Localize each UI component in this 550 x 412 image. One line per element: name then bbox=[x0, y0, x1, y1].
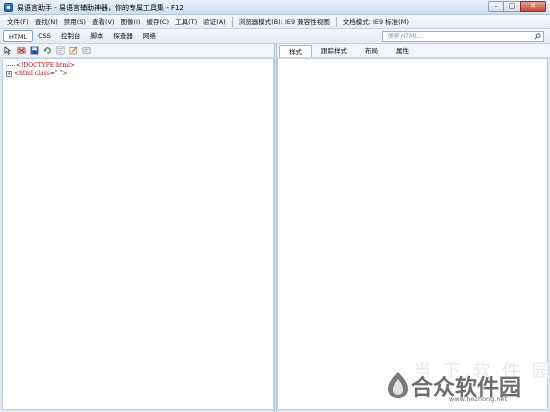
style-panel[interactable]: 当 下 软 件 园 合众软件园 www.hezhong.net bbox=[277, 58, 550, 410]
attributes-icon[interactable] bbox=[82, 46, 91, 55]
menu-separator bbox=[335, 16, 337, 27]
watermark-url: www.hezhong.net bbox=[449, 395, 508, 403]
html-attr-name: class bbox=[34, 70, 50, 77]
menu-file[interactable]: 文件(F) bbox=[4, 15, 32, 29]
tab-trace-styles[interactable]: 跟踪样式 bbox=[312, 45, 356, 57]
dom-tree: <!DOCTYPE html> + <html class=" "> bbox=[6, 62, 75, 78]
title-bar: 易语言助手 - 易语言辅助神器，你的专属工具集 - F12 – □ ✕ bbox=[0, 0, 550, 15]
doctype-text: <!DOCTYPE html> bbox=[16, 62, 75, 69]
window-controls: – □ ✕ bbox=[488, 1, 546, 12]
menu-separator bbox=[231, 16, 233, 27]
menu-tools[interactable]: 工具(T) bbox=[172, 15, 200, 29]
menu-view[interactable]: 查看(V) bbox=[89, 15, 118, 29]
watermark-logo-icon bbox=[388, 372, 408, 398]
tab-network[interactable]: 网络 bbox=[138, 30, 161, 42]
menu-disable[interactable]: 禁用(S) bbox=[61, 15, 89, 29]
refresh-icon[interactable] bbox=[43, 46, 52, 55]
tab-profiler[interactable]: 探查器 bbox=[108, 30, 138, 42]
tree-connector bbox=[6, 65, 15, 66]
watermark: 当 下 软 件 园 合众软件园 www.hezhong.net bbox=[387, 357, 550, 403]
dom-node-doctype[interactable]: <!DOCTYPE html> bbox=[6, 62, 75, 70]
menu-validate[interactable]: 验证(A) bbox=[200, 15, 229, 29]
maximize-button[interactable]: □ bbox=[504, 1, 520, 12]
tab-css[interactable]: CSS bbox=[33, 30, 56, 42]
word-wrap-icon[interactable] bbox=[56, 46, 65, 55]
html-tag-open: <html bbox=[14, 70, 33, 77]
edit-icon[interactable] bbox=[69, 46, 78, 55]
search-placeholder: 搜索 HTML... bbox=[387, 33, 424, 40]
tab-attributes[interactable]: 属性 bbox=[387, 45, 418, 57]
browser-mode-menu[interactable]: 浏览器模式(B): IE9 兼容性视图 bbox=[236, 15, 333, 29]
document-mode-menu[interactable]: 文档模式: IE9 标准(M) bbox=[340, 15, 412, 29]
tool-tab-bar: HTML CSS 控制台 脚本 探查器 网络 搜索 HTML... bbox=[0, 29, 550, 44]
menu-image[interactable]: 图像(I) bbox=[117, 15, 143, 29]
dom-tree-panel[interactable]: <!DOCTYPE html> + <html class=" "> bbox=[2, 58, 274, 410]
tab-style[interactable]: 样式 bbox=[279, 45, 312, 57]
dom-node-html[interactable]: + <html class=" "> bbox=[6, 70, 75, 78]
tab-console[interactable]: 控制台 bbox=[56, 30, 86, 42]
app-icon bbox=[4, 3, 13, 12]
save-icon[interactable] bbox=[30, 46, 39, 55]
search-icon[interactable] bbox=[534, 33, 541, 40]
window-title: 易语言助手 - 易语言辅助神器，你的专属工具集 - F12 bbox=[17, 4, 184, 12]
html-tag-close: > bbox=[62, 70, 68, 77]
tab-script[interactable]: 脚本 bbox=[85, 30, 108, 42]
tab-layout[interactable]: 布局 bbox=[356, 45, 387, 57]
select-element-icon[interactable] bbox=[4, 46, 13, 55]
style-tab-bar: 样式 跟踪样式 布局 属性 bbox=[277, 44, 550, 58]
close-button[interactable]: ✕ bbox=[520, 1, 546, 12]
menu-find[interactable]: 查找(N) bbox=[32, 15, 61, 29]
menu-cache[interactable]: 缓存(C) bbox=[143, 15, 172, 29]
menu-bar: 文件(F) 查找(N) 禁用(S) 查看(V) 图像(I) 缓存(C) 工具(T… bbox=[0, 15, 550, 29]
search-html-input[interactable]: 搜索 HTML... bbox=[382, 31, 544, 42]
clear-browser-cache-icon[interactable] bbox=[17, 46, 26, 55]
html-toolbar bbox=[0, 44, 274, 58]
tab-html[interactable]: HTML bbox=[3, 30, 34, 42]
expand-node-icon[interactable]: + bbox=[6, 70, 12, 77]
minimize-button[interactable]: – bbox=[488, 1, 504, 12]
